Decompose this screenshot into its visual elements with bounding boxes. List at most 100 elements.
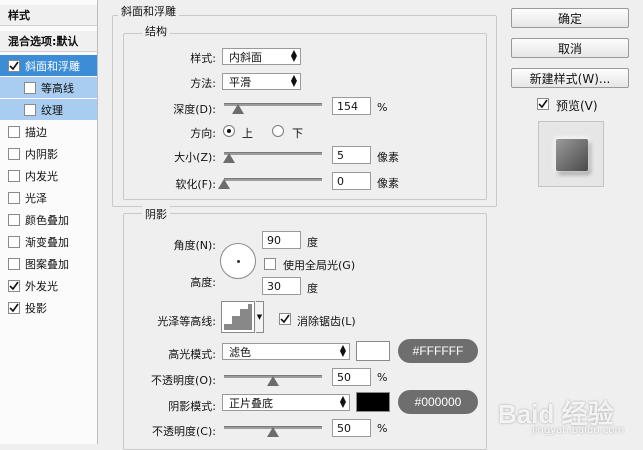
soften-label: 软化(F):	[175, 178, 216, 191]
styles-header: 样式	[0, 5, 97, 26]
altitude-input[interactable]: 30	[262, 277, 301, 295]
style-item-checkbox[interactable]	[8, 147, 20, 160]
shadow-mode-value: 正片叠底	[229, 396, 273, 410]
style-item-label: 内发光	[25, 169, 58, 183]
style-item[interactable]: 外发光	[0, 275, 97, 296]
style-item-label: 描边	[25, 125, 47, 139]
contour-stairs-icon	[224, 304, 252, 330]
new-style-button[interactable]: 新建样式(W)...	[511, 68, 629, 88]
direction-up-label: 上	[242, 127, 253, 140]
style-item-label: 纹理	[41, 103, 63, 117]
style-item-label: 斜面和浮雕	[25, 59, 80, 73]
antialias-checkbox[interactable]	[279, 313, 291, 325]
global-light-checkbox[interactable]	[264, 258, 276, 270]
structure-title: 结构	[142, 23, 170, 39]
bevel-style-value: 内斜面	[229, 50, 262, 64]
bevel-emboss-title: 斜面和浮雕	[118, 3, 179, 19]
shadow-mode-label: 阴影模式:	[168, 400, 216, 413]
style-item-checkbox[interactable]	[8, 213, 20, 226]
style-item[interactable]: 纹理	[0, 99, 97, 120]
style-item-label: 光泽	[25, 191, 47, 205]
direction-down-label: 下	[292, 127, 303, 140]
angle-unit: 度	[307, 236, 318, 249]
highlight-mode-value: 滤色	[229, 345, 251, 359]
size-unit: 像素	[377, 151, 399, 164]
style-item[interactable]: 内发光	[0, 165, 97, 186]
style-item[interactable]: 图案叠加	[0, 253, 97, 274]
angle-dial[interactable]	[220, 243, 256, 279]
style-item-checkbox[interactable]	[8, 125, 20, 138]
style-item-label: 颜色叠加	[25, 213, 69, 227]
style-item[interactable]: 投影	[0, 297, 97, 318]
preview-checkbox[interactable]	[537, 98, 549, 110]
ok-button[interactable]: 确定	[511, 8, 629, 28]
style-item-checkbox[interactable]	[8, 279, 20, 292]
shadow-color-swatch[interactable]	[356, 392, 390, 412]
style-item[interactable]: 描边	[0, 121, 97, 142]
shadow-opacity-thumb[interactable]	[267, 427, 279, 437]
technique-label: 方法:	[190, 77, 216, 90]
style-item[interactable]: 等高线	[0, 77, 97, 98]
style-item-checkbox[interactable]	[8, 235, 20, 248]
direction-up-radio[interactable]	[223, 125, 235, 137]
technique-select[interactable]: 平滑 ▲ ▼	[222, 73, 301, 90]
direction-down-radio[interactable]	[272, 125, 284, 137]
blend-options-item[interactable]: 混合选项:默认	[0, 31, 97, 52]
angle-input[interactable]: 90	[262, 231, 301, 249]
technique-value: 平滑	[229, 75, 251, 89]
cancel-button[interactable]: 取消	[511, 38, 629, 58]
angle-label: 角度(N):	[173, 239, 216, 252]
style-label: 样式:	[190, 52, 216, 65]
soften-unit: 像素	[377, 177, 399, 190]
shadow-opacity-unit: %	[377, 422, 388, 435]
size-input[interactable]: 5	[332, 146, 371, 164]
gloss-contour-label: 光泽等高线:	[157, 315, 216, 328]
style-item-checkbox[interactable]	[8, 301, 20, 314]
style-item-label: 内阴影	[25, 147, 58, 161]
style-item-checkbox[interactable]	[8, 59, 20, 72]
highlight-opacity-thumb[interactable]	[267, 376, 279, 386]
global-light-label: 使用全局光(G)	[283, 259, 356, 272]
preview-thumbnail	[538, 121, 604, 187]
shadow-hex-badge: #000000	[398, 390, 478, 414]
highlight-color-swatch[interactable]	[356, 341, 390, 361]
shadow-opacity-input[interactable]: 50	[332, 419, 371, 437]
highlight-mode-select[interactable]: 滤色 ▲ ▼	[222, 343, 350, 360]
highlight-mode-label: 高光模式:	[168, 348, 216, 361]
select-arrows-icon: ▲ ▼	[339, 394, 346, 409]
style-item[interactable]: 内阴影	[0, 143, 97, 164]
bevel-style-select[interactable]: 内斜面 ▲ ▼	[222, 48, 301, 65]
altitude-label: 高度:	[190, 276, 216, 289]
style-item-checkbox[interactable]	[8, 169, 20, 182]
select-arrows-icon: ▲ ▼	[290, 48, 297, 63]
style-item-checkbox[interactable]	[8, 257, 20, 270]
soften-slider-thumb[interactable]	[218, 179, 230, 189]
gloss-contour-picker[interactable]	[221, 301, 255, 333]
style-item-label: 渐变叠加	[25, 235, 69, 249]
shading-title: 阴影	[142, 206, 170, 222]
style-item-checkbox[interactable]	[8, 191, 20, 204]
style-item[interactable]: 光泽	[0, 187, 97, 208]
style-item[interactable]: 颜色叠加	[0, 209, 97, 230]
style-item[interactable]: 渐变叠加	[0, 231, 97, 252]
preview-label: 预览(V)	[556, 99, 598, 113]
style-item-checkbox[interactable]	[24, 81, 36, 94]
style-item-label: 图案叠加	[25, 257, 69, 271]
shadow-opacity-label: 不透明度(C):	[152, 425, 216, 438]
soften-input[interactable]: 0	[332, 172, 371, 190]
depth-unit: %	[377, 101, 388, 114]
size-label: 大小(Z):	[174, 151, 216, 164]
depth-slider-thumb[interactable]	[232, 104, 244, 114]
angle-dial-center-icon	[237, 260, 240, 263]
highlight-opacity-input[interactable]: 50	[332, 368, 371, 386]
size-slider-thumb[interactable]	[223, 153, 235, 163]
soften-slider[interactable]	[224, 178, 322, 181]
styles-panel: 样式 混合选项:默认 斜面和浮雕等高线纹理描边内阴影内发光光泽颜色叠加渐变叠加图…	[0, 0, 98, 444]
antialias-label: 消除锯齿(L)	[297, 315, 356, 328]
gloss-contour-dropdown-icon[interactable]: ▼	[256, 301, 264, 333]
size-slider[interactable]	[224, 152, 322, 155]
shadow-mode-select[interactable]: 正片叠底 ▲ ▼	[222, 394, 350, 411]
depth-input[interactable]: 154	[332, 97, 371, 115]
style-item-checkbox[interactable]	[24, 103, 36, 116]
style-item[interactable]: 斜面和浮雕	[0, 55, 97, 76]
